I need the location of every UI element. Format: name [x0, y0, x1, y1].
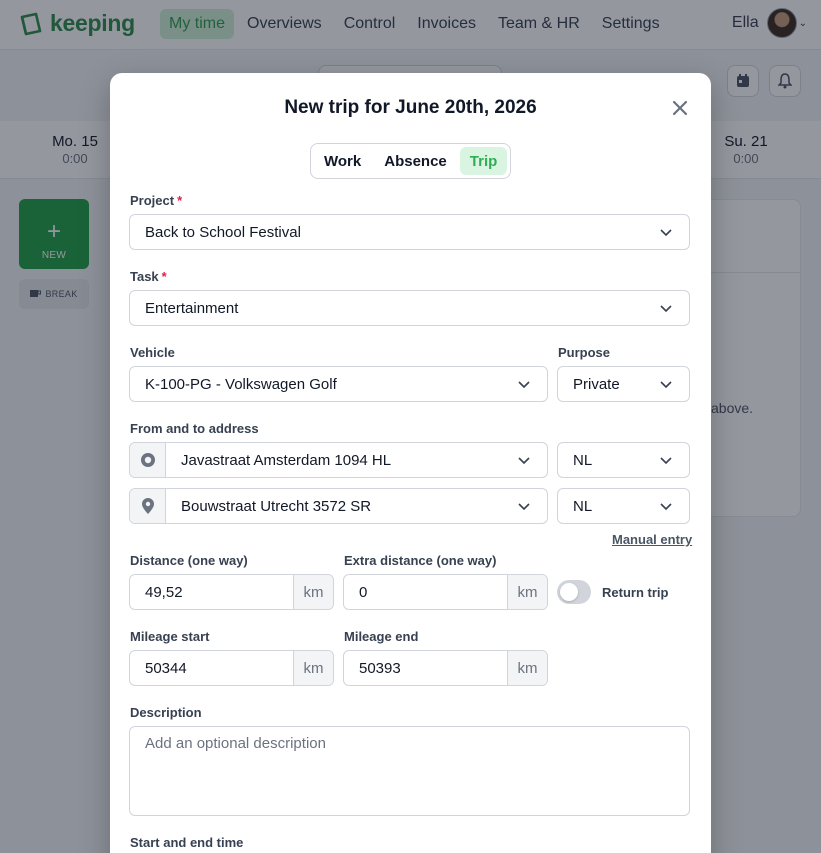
task-label: Task *: [130, 269, 167, 284]
close-button[interactable]: [669, 97, 691, 119]
mileage-start-value: 50344: [145, 659, 187, 677]
vehicle-value: K-100-PG - Volkswagen Golf: [145, 375, 337, 393]
from-country-value: NL: [573, 451, 593, 469]
mileage-start-input[interactable]: 50344 km: [129, 650, 334, 686]
chevron-down-icon: [518, 381, 530, 389]
to-country-select[interactable]: NL: [557, 488, 690, 524]
tab-absence[interactable]: Absence: [374, 147, 457, 175]
required-mark: *: [177, 193, 183, 208]
entry-type-tabs: Work Absence Trip: [310, 143, 511, 179]
mileage-end-label: Mileage end: [344, 629, 419, 644]
to-country-value: NL: [573, 497, 593, 515]
description-placeholder: Add an optional description: [145, 735, 326, 752]
return-trip-toggle[interactable]: [557, 580, 591, 604]
chevron-down-icon: [660, 503, 672, 511]
required-mark: *: [161, 269, 167, 284]
from-address-value: Javastraat Amsterdam 1094 HL: [181, 451, 392, 469]
vehicle-select[interactable]: K-100-PG - Volkswagen Golf: [129, 366, 548, 402]
manual-entry-link[interactable]: Manual entry: [612, 532, 692, 547]
mileage-end-input[interactable]: 50393 km: [343, 650, 548, 686]
task-select[interactable]: Entertainment: [129, 290, 690, 326]
chevron-down-icon: [660, 381, 672, 389]
dialog-title: New trip for June 20th, 2026: [284, 97, 537, 118]
time-label: Start and end time: [130, 835, 244, 850]
mileage-end-unit: km: [507, 651, 547, 685]
project-label-text: Project: [130, 193, 175, 208]
purpose-value: Private: [573, 375, 620, 393]
chevron-down-icon: [518, 457, 530, 465]
task-label-text: Task: [130, 269, 159, 284]
description-label: Description: [130, 705, 202, 720]
chevron-down-icon: [660, 457, 672, 465]
origin-marker-icon: [130, 443, 166, 477]
mileage-start-unit: km: [293, 651, 333, 685]
purpose-select[interactable]: Private: [557, 366, 690, 402]
toggle-knob: [560, 583, 578, 601]
close-icon: [672, 100, 688, 116]
map-pin-icon: [130, 489, 166, 523]
task-value: Entertainment: [145, 299, 239, 317]
extra-distance-input[interactable]: 0 km: [343, 574, 548, 610]
purpose-label: Purpose: [558, 345, 611, 360]
from-address-select[interactable]: Javastraat Amsterdam 1094 HL: [129, 442, 548, 478]
vehicle-label: Vehicle: [130, 345, 175, 360]
extra-distance-label: Extra distance (one way): [344, 553, 497, 568]
chevron-down-icon: [660, 305, 672, 313]
return-trip-label: Return trip: [602, 585, 669, 600]
project-value: Back to School Festival: [145, 223, 301, 241]
chevron-down-icon: [518, 503, 530, 511]
address-label: From and to address: [130, 421, 259, 436]
distance-input[interactable]: 49,52 km: [129, 574, 334, 610]
distance-value: 49,52: [145, 583, 183, 601]
extra-distance-unit: km: [507, 575, 547, 609]
description-textarea[interactable]: Add an optional description: [129, 726, 690, 816]
new-trip-dialog: New trip for June 20th, 2026 Work Absenc…: [110, 73, 711, 853]
to-address-value: Bouwstraat Utrecht 3572 SR: [181, 497, 372, 515]
extra-distance-value: 0: [359, 583, 368, 601]
tab-work[interactable]: Work: [314, 147, 371, 175]
project-select[interactable]: Back to School Festival: [129, 214, 690, 250]
from-country-select[interactable]: NL: [557, 442, 690, 478]
to-address-select[interactable]: Bouwstraat Utrecht 3572 SR: [129, 488, 548, 524]
project-label: Project *: [130, 193, 182, 208]
mileage-start-label: Mileage start: [130, 629, 210, 644]
distance-label: Distance (one way): [130, 553, 248, 568]
mileage-end-value: 50393: [359, 659, 401, 677]
chevron-down-icon: [660, 229, 672, 237]
tab-trip[interactable]: Trip: [459, 147, 508, 175]
distance-unit: km: [293, 575, 333, 609]
